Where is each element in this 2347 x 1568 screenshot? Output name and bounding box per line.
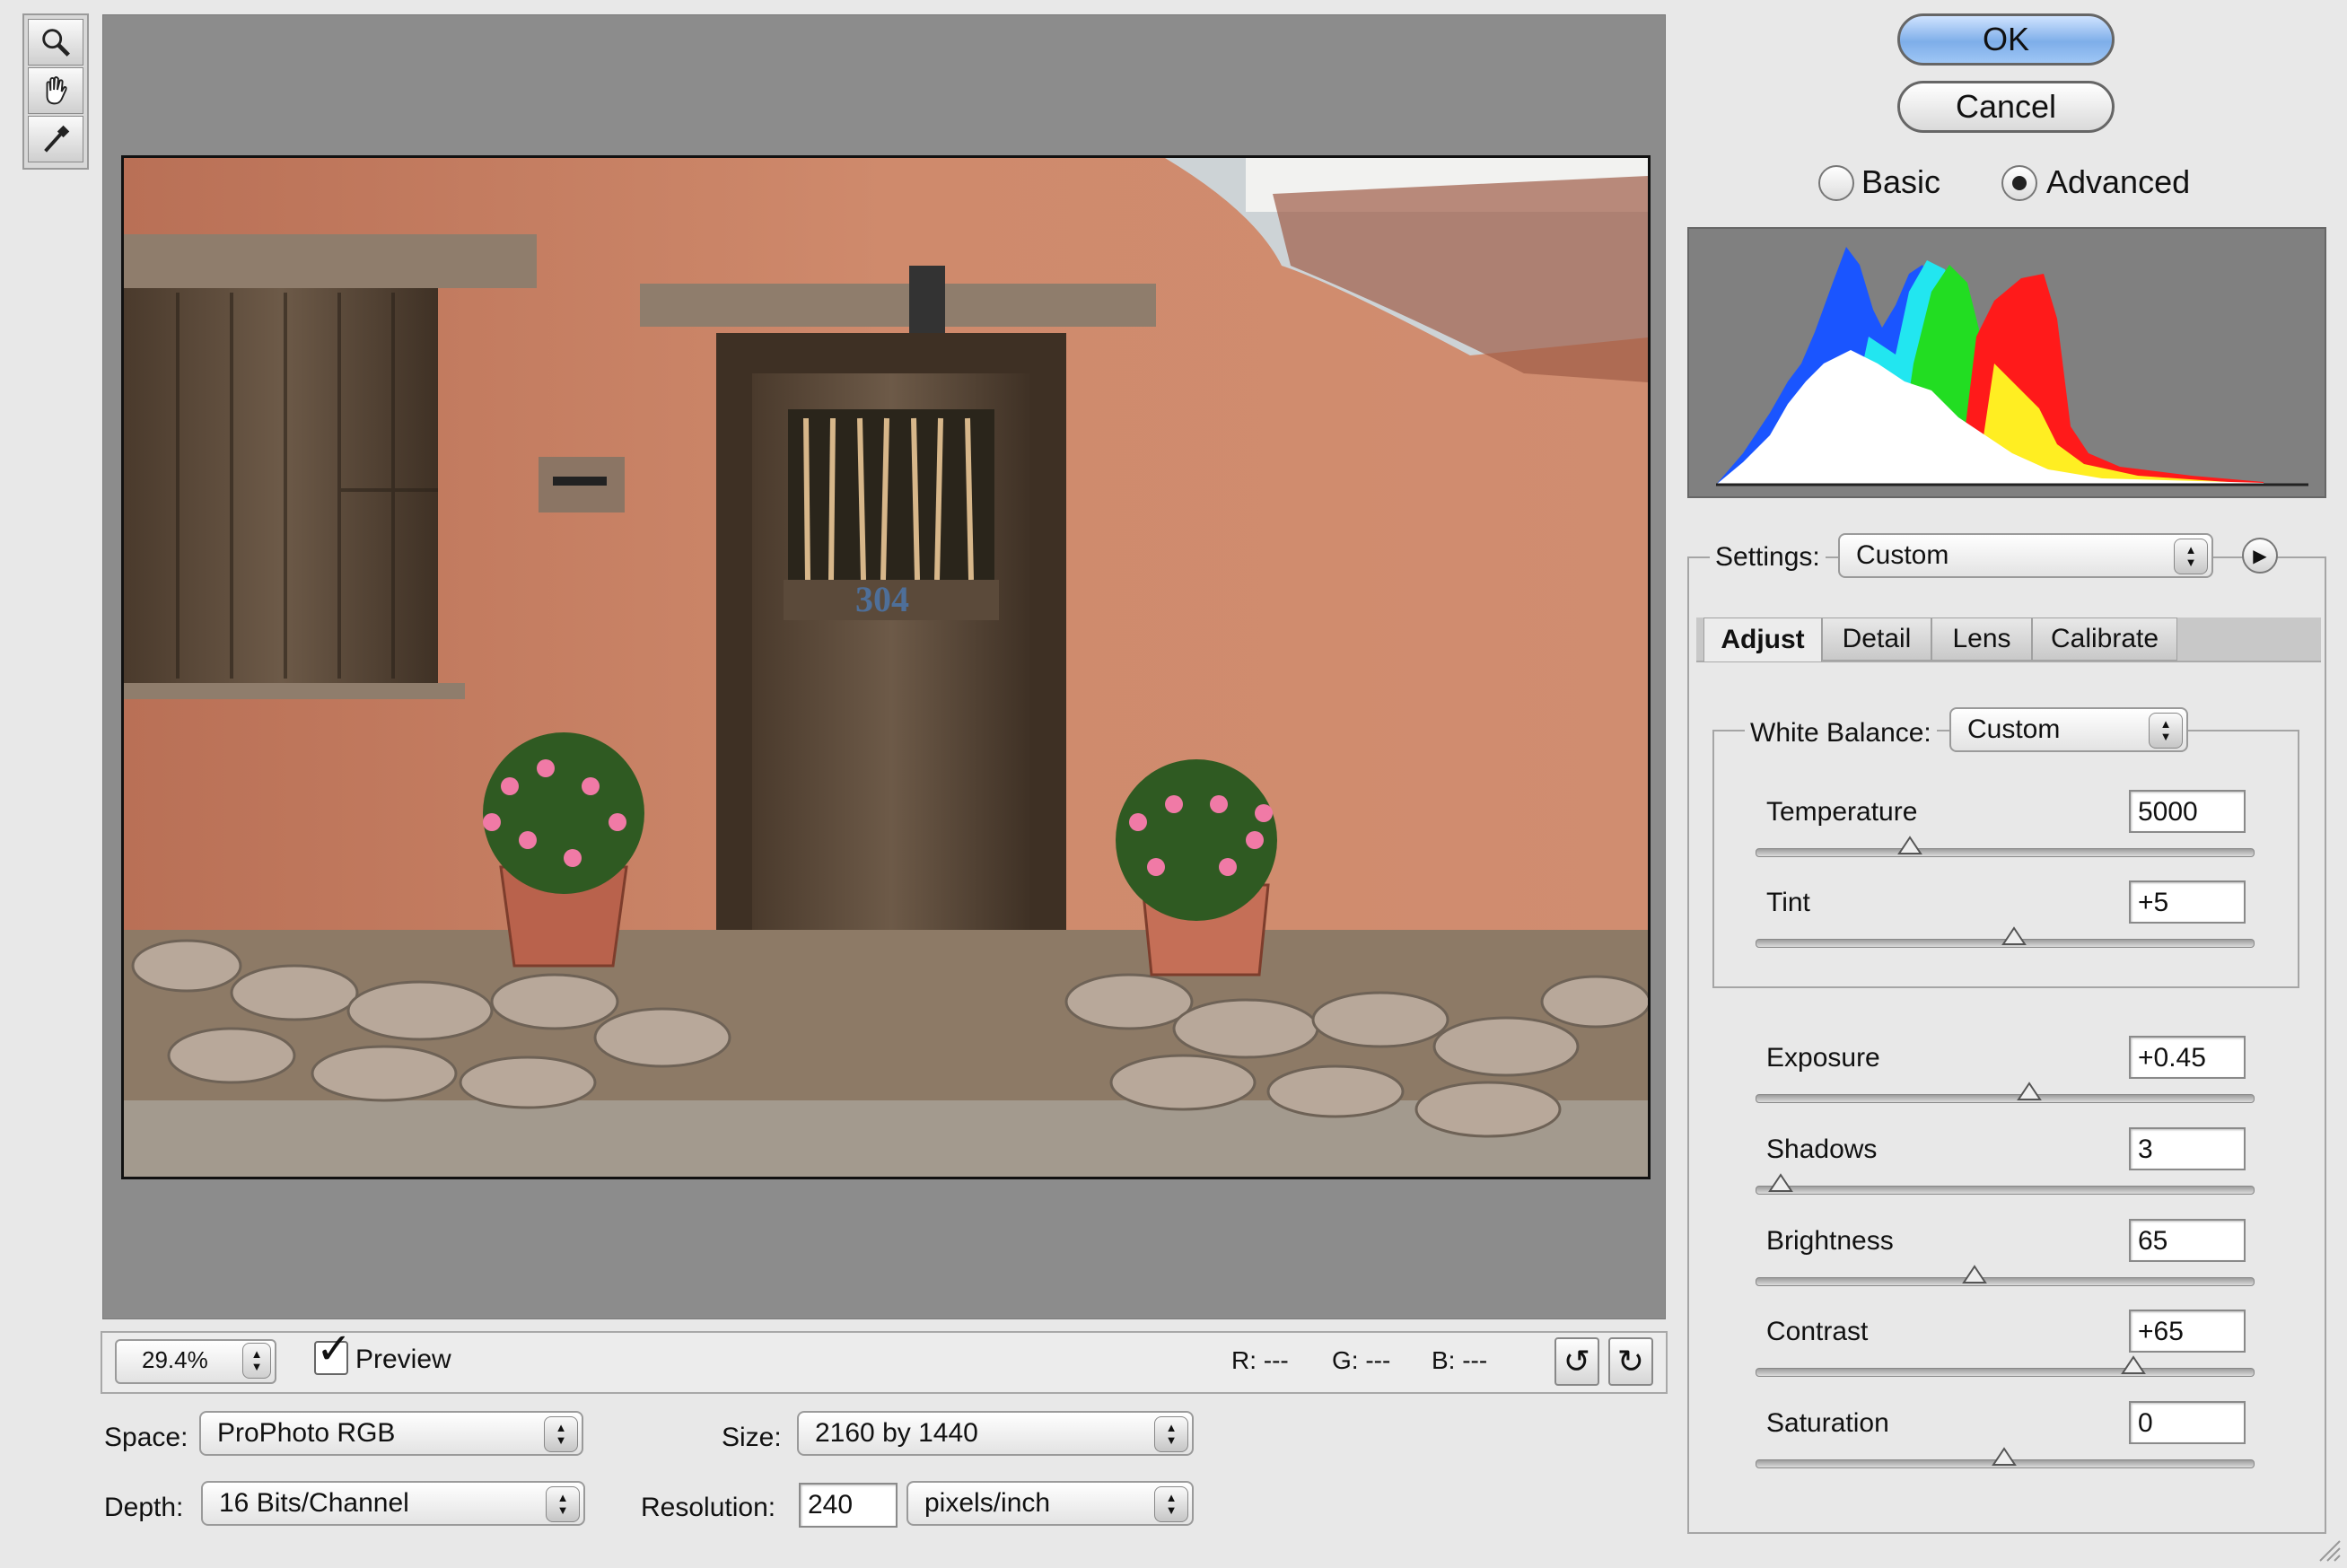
hand-tool-icon[interactable] bbox=[28, 67, 83, 114]
size-value: 2160 by 1440 bbox=[815, 1418, 978, 1448]
shadows-field[interactable]: 3 bbox=[2129, 1127, 2246, 1170]
tab-detail[interactable]: Detail bbox=[1822, 618, 1931, 661]
rotate-cw-button[interactable]: ↻ bbox=[1608, 1337, 1653, 1386]
depth-value: 16 Bits/Channel bbox=[219, 1488, 409, 1518]
depth-popup[interactable]: 16 Bits/Channel ▲ ▼ bbox=[201, 1481, 585, 1526]
settings-popup[interactable]: Custom ▲ ▼ bbox=[1838, 533, 2213, 578]
settings-value: Custom bbox=[1856, 540, 1949, 570]
temperature-slider-track[interactable] bbox=[1756, 848, 2255, 857]
saturation-label: Saturation bbox=[1766, 1408, 1889, 1438]
brightness-slider-track[interactable] bbox=[1756, 1277, 2255, 1286]
rotate-cw-icon: ↻ bbox=[1616, 1343, 1645, 1380]
zoom-level-value: 29.4% bbox=[142, 1346, 208, 1373]
advanced-radio[interactable] bbox=[2001, 165, 2037, 201]
shadows-label: Shadows bbox=[1766, 1134, 1878, 1164]
chevron-updown-icon: ▲ ▼ bbox=[546, 1486, 580, 1522]
basic-radio[interactable] bbox=[1818, 165, 1854, 201]
size-popup[interactable]: 2160 by 1440 ▲ ▼ bbox=[797, 1411, 1194, 1456]
resolution-field[interactable]: 240 bbox=[799, 1483, 898, 1528]
resolution-label: Resolution: bbox=[641, 1493, 776, 1522]
resolution-value: 240 bbox=[808, 1490, 854, 1520]
space-value: ProPhoto RGB bbox=[217, 1418, 396, 1448]
tab-calibrate[interactable]: Calibrate bbox=[2032, 618, 2177, 661]
white-balance-eyedropper-icon[interactable] bbox=[28, 116, 83, 162]
tool-palette bbox=[22, 13, 89, 170]
preview-label: Preview bbox=[355, 1345, 451, 1374]
rotate-ccw-button[interactable]: ↺ bbox=[1554, 1337, 1599, 1386]
resize-grip-icon[interactable] bbox=[2315, 1536, 2342, 1563]
rotate-ccw-icon: ↺ bbox=[1563, 1343, 1591, 1380]
chevron-updown-icon: ▲ ▼ bbox=[2149, 713, 2183, 749]
chevron-updown-icon: ▲ ▼ bbox=[1154, 1486, 1188, 1522]
brightness-label: Brightness bbox=[1766, 1226, 1894, 1256]
temperature-label: Temperature bbox=[1766, 797, 1918, 827]
space-popup[interactable]: ProPhoto RGB ▲ ▼ bbox=[199, 1411, 583, 1456]
chevron-updown-icon: ▲ ▼ bbox=[544, 1416, 578, 1452]
white-balance-label: White Balance: bbox=[1745, 718, 1937, 749]
contrast-slider-track[interactable] bbox=[1756, 1368, 2255, 1377]
radio-selected-dot bbox=[2012, 176, 2027, 190]
tab-adjust[interactable]: Adjust bbox=[1703, 618, 1822, 661]
shadows-value: 3 bbox=[2138, 1134, 2153, 1164]
play-arrow-icon: ▶ bbox=[2253, 546, 2267, 566]
saturation-value: 0 bbox=[2138, 1408, 2153, 1438]
zoom-tool-icon[interactable] bbox=[28, 19, 83, 66]
tint-field[interactable]: +5 bbox=[2129, 880, 2246, 924]
tint-value: +5 bbox=[2138, 888, 2169, 917]
white-balance-value: Custom bbox=[1967, 714, 2061, 744]
temperature-value: 5000 bbox=[2138, 797, 2198, 827]
red-readout: R: --- bbox=[1231, 1346, 1289, 1374]
preview-image: 304 bbox=[121, 155, 1651, 1179]
saturation-field[interactable]: 0 bbox=[2129, 1401, 2246, 1444]
depth-label: Depth: bbox=[104, 1493, 184, 1522]
contrast-field[interactable]: +65 bbox=[2129, 1310, 2246, 1353]
space-label: Space: bbox=[104, 1423, 188, 1452]
settings-menu-button[interactable]: ▶ bbox=[2242, 538, 2278, 574]
size-label: Size: bbox=[722, 1423, 782, 1452]
exposure-slider-track[interactable] bbox=[1756, 1094, 2255, 1103]
checkmark-icon: ✓ bbox=[316, 1326, 353, 1373]
shadows-slider-track[interactable] bbox=[1756, 1186, 2255, 1195]
chevron-updown-icon: ▲ ▼ bbox=[1154, 1416, 1188, 1452]
blue-readout: B: --- bbox=[1432, 1346, 1488, 1374]
brightness-value: 65 bbox=[2138, 1226, 2168, 1256]
green-readout: G: --- bbox=[1332, 1346, 1391, 1374]
cancel-button[interactable]: Cancel bbox=[1897, 81, 2115, 133]
exposure-field[interactable]: +0.45 bbox=[2129, 1036, 2246, 1079]
svg-text:304: 304 bbox=[855, 579, 909, 619]
tab-lens[interactable]: Lens bbox=[1931, 618, 2032, 661]
resolution-unit-value: pixels/inch bbox=[924, 1488, 1051, 1518]
contrast-value: +65 bbox=[2138, 1317, 2184, 1346]
histogram bbox=[1687, 227, 2326, 498]
temperature-field[interactable]: 5000 bbox=[2129, 790, 2246, 833]
chevron-updown-icon: ▲ ▼ bbox=[2174, 539, 2208, 574]
tab-strip: Adjust Detail Lens Calibrate bbox=[1696, 618, 2321, 662]
resolution-unit-popup[interactable]: pixels/inch ▲ ▼ bbox=[906, 1481, 1194, 1526]
tint-label: Tint bbox=[1766, 888, 1810, 917]
advanced-label: Advanced bbox=[2046, 163, 2191, 200]
brightness-field[interactable]: 65 bbox=[2129, 1219, 2246, 1262]
exposure-value: +0.45 bbox=[2138, 1043, 2206, 1073]
white-balance-group bbox=[1712, 730, 2299, 988]
contrast-label: Contrast bbox=[1766, 1317, 1869, 1346]
basic-label: Basic bbox=[1861, 163, 1941, 200]
zoom-stepper[interactable]: ▲ ▼ bbox=[242, 1343, 271, 1379]
settings-label: Settings: bbox=[1710, 542, 1826, 573]
exposure-label: Exposure bbox=[1766, 1043, 1880, 1073]
ok-button[interactable]: OK bbox=[1897, 13, 2115, 66]
white-balance-popup[interactable]: Custom ▲ ▼ bbox=[1949, 707, 2188, 752]
